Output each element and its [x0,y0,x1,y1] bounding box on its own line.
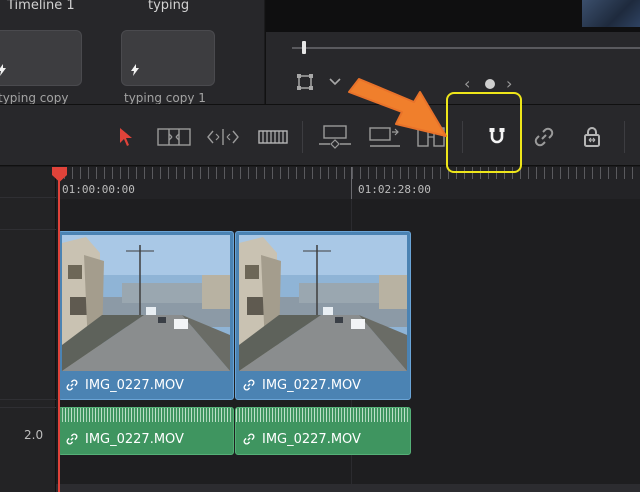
viewer-image [582,0,640,27]
audio-track-level: 2.0 [24,428,44,442]
media-pool-panel: Timeline 1 typing copy typing typing cop… [0,0,264,104]
clip-name: IMG_0227.MOV [85,431,184,447]
timeline-horizontal-scrollbar[interactable] [56,484,640,492]
trim-edit-mode-button[interactable] [157,123,191,151]
toolbar-separator [624,121,625,153]
timeline-toolbar [0,104,640,166]
media-item-caption: typing copy [0,91,69,104]
media-item-title: typing [148,0,190,13]
timecode-label: 01:00:00:00 [62,183,135,196]
toolbar-separator [302,121,303,153]
clip-name-bar: IMG_0227.MOV [59,424,233,454]
audio-clip[interactable]: IMG_0227.MOV [235,407,411,455]
track-header-row [0,197,56,229]
transform-icon[interactable] [296,73,314,91]
video-clip[interactable]: IMG_0227.MOV [58,231,234,400]
timeline-ruler[interactable]: 01:00:00:00 01:02:28:00 [56,167,640,199]
selection-mode-button[interactable] [109,123,143,151]
media-item-thumbnail[interactable] [0,30,82,86]
media-item-thumbnail[interactable] [121,30,215,86]
arrow-pointer-icon [120,128,132,146]
video-track-header[interactable] [0,229,56,399]
media-item-caption: typing copy 1 [124,91,206,104]
link-icon [66,433,78,445]
media-item-title: Timeline 1 [7,0,75,13]
viewer-panel: ‹ › [265,0,640,104]
audio-waveform [236,408,410,422]
link-icon [243,379,255,391]
position-lock-button[interactable] [575,123,609,151]
playhead-handle-icon[interactable] [51,166,68,183]
clip-thumbnail [62,235,230,371]
link-icon [66,379,78,391]
bolt-icon [131,64,139,76]
page-dot[interactable] [485,79,495,89]
timecode-label: 01:02:28:00 [358,183,431,196]
playhead-line[interactable] [58,167,60,492]
dynamic-trim-icon [207,129,239,145]
blade-edit-mode-button[interactable] [256,123,290,151]
video-clip[interactable]: IMG_0227.MOV [235,231,411,400]
clip-name-bar: IMG_0227.MOV [236,371,410,399]
viewer-frame [266,0,640,32]
linked-selection-button[interactable] [527,123,561,151]
clip-name-bar: IMG_0227.MOV [59,371,233,399]
link-icon [243,433,255,445]
dynamic-trim-mode-button[interactable] [206,123,240,151]
track-headers [0,167,56,492]
snapping-highlight-box [446,92,522,173]
annotation-arrow-icon [348,78,447,137]
chevron-left-icon[interactable]: ‹ [464,74,470,93]
timeline-area[interactable]: 01:00:00:00 01:02:28:00 IMG_0227.MOV IMG… [56,167,640,492]
clip-thumbnail [239,235,407,371]
viewer-scrub-bar[interactable] [292,47,640,49]
clip-name: IMG_0227.MOV [85,377,184,393]
scrub-handle[interactable] [302,41,306,54]
clip-name: IMG_0227.MOV [262,377,361,393]
trim-icon [157,128,191,146]
clip-name: IMG_0227.MOV [262,431,361,447]
bolt-icon [0,64,6,76]
track-header-spacer [0,399,56,407]
lock-icon [584,127,600,147]
ruler-ticks [56,167,640,179]
link-icon [534,127,554,147]
blade-icon [258,130,288,144]
audio-waveform [59,408,233,422]
audio-clip[interactable]: IMG_0227.MOV [58,407,234,455]
ruler-major-tick [351,167,352,199]
chevron-right-icon[interactable]: › [506,74,512,93]
clip-name-bar: IMG_0227.MOV [236,424,410,454]
chevron-down-icon[interactable] [329,78,341,86]
